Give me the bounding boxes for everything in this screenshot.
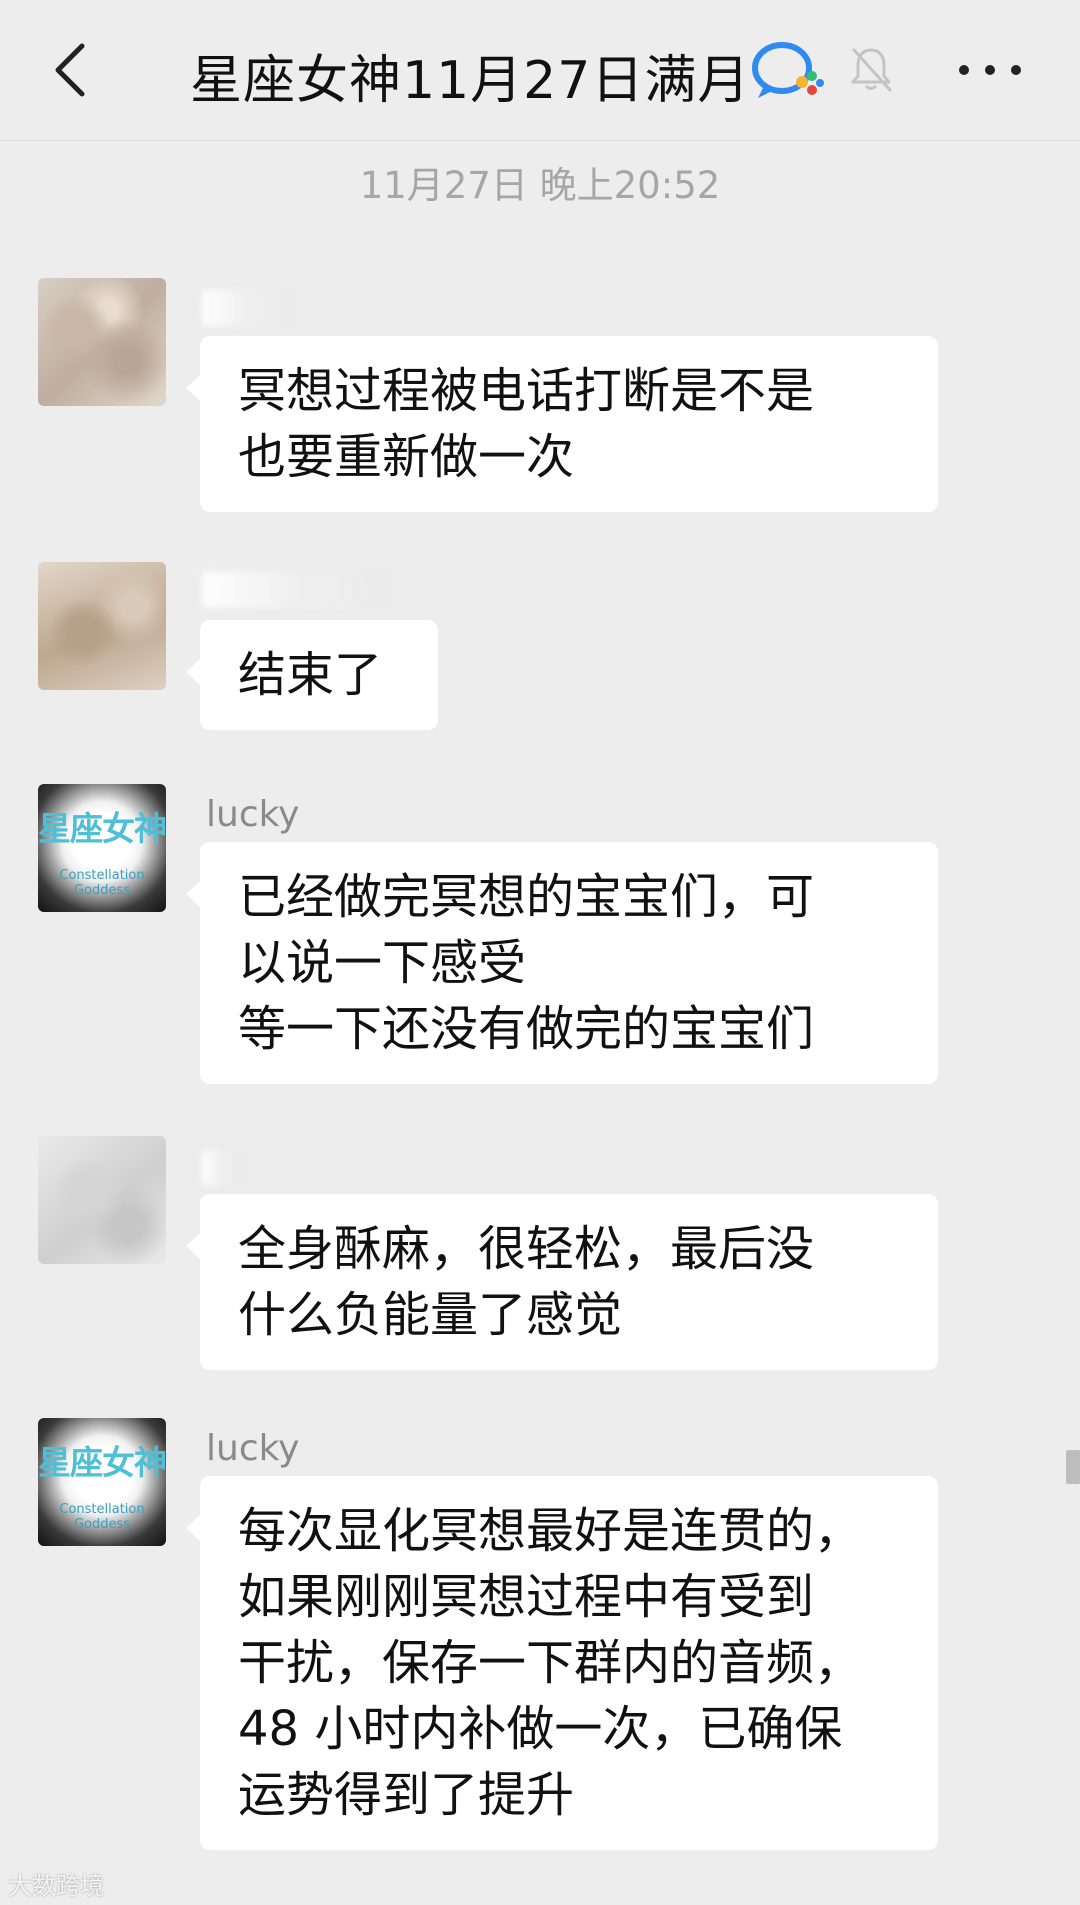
logo-subtitle: Goddess xyxy=(73,883,131,898)
message-bubble[interactable]: 每次显化冥想最好是连贯的， 如果刚刚冥想过程中有受到 干扰，保存一下群内的音频，… xyxy=(186,1476,938,1850)
sender-name-blurred xyxy=(202,1150,242,1186)
sender-name: lucky xyxy=(206,1428,300,1469)
logo-subtitle: Constellation xyxy=(59,868,145,883)
avatar[interactable]: 星座女神 Constellation Goddess xyxy=(38,784,166,912)
message-line: 等一下还没有做完的宝宝们 xyxy=(238,1001,815,1057)
back-button[interactable] xyxy=(40,30,100,110)
message-line: 48 小时内补做一次，已确保 xyxy=(238,1701,843,1757)
avatar[interactable]: 星座女神 Constellation Goddess xyxy=(38,1418,166,1546)
message-line: 以说一下感受 xyxy=(238,935,527,991)
message-line: 什么负能量了感觉 xyxy=(238,1287,623,1343)
message-line: 结束了 xyxy=(238,647,383,703)
message-bubble[interactable]: 冥想过程被电话打断是不是 也要重新做一次 xyxy=(186,336,938,512)
scrollbar-thumb[interactable] xyxy=(1066,1450,1080,1484)
more-button[interactable] xyxy=(950,40,1030,100)
logo-text: 星座女神 xyxy=(38,809,166,848)
wecom-icon xyxy=(752,42,824,98)
avatar[interactable] xyxy=(38,278,166,406)
message-bubble[interactable]: 全身酥麻，很轻松，最后没 什么负能量了感觉 xyxy=(186,1194,938,1370)
logo-subtitle: Goddess xyxy=(73,1517,131,1532)
logo-text: 星座女神 xyxy=(38,1443,166,1482)
chat-title: 星座女神11月27日满月 xyxy=(190,51,751,111)
chat-screen: 星座女神11月27日满月 11月27日 晚上20:52 冥想过程被电话打断是不是… xyxy=(0,0,1080,1905)
chat-header: 星座女神11月27日满月 xyxy=(0,0,1080,141)
message-bubble[interactable]: 已经做完冥想的宝宝们，可 以说一下感受 等一下还没有做完的宝宝们 xyxy=(186,842,938,1084)
message-line: 干扰，保存一下群内的音频， xyxy=(238,1635,863,1691)
brand-logo: 星座女神 Constellation Goddess xyxy=(38,1418,166,1546)
avatar[interactable] xyxy=(38,562,166,690)
message-line: 已经做完冥想的宝宝们，可 xyxy=(238,869,815,925)
avatar[interactable] xyxy=(38,1136,166,1264)
logo-subtitle: Constellation xyxy=(59,1502,145,1517)
message-line: 全身酥麻，很轻松，最后没 xyxy=(238,1221,815,1277)
message-bubble[interactable]: 结束了 xyxy=(186,620,438,730)
bell-muted-icon xyxy=(851,48,892,92)
sender-name: lucky xyxy=(206,794,300,835)
message-line: 如果刚刚冥想过程中有受到 xyxy=(238,1569,815,1625)
message-timestamp: 11月27日 晚上20:52 xyxy=(359,164,721,207)
sender-name-blurred xyxy=(202,572,392,608)
message-line: 冥想过程被电话打断是不是 xyxy=(238,363,815,419)
chevron-left-icon xyxy=(55,43,85,97)
message-line: 运势得到了提升 xyxy=(238,1767,575,1823)
message-line: 也要重新做一次 xyxy=(238,429,575,485)
brand-logo: 星座女神 Constellation Goddess xyxy=(38,784,166,912)
message-line: 每次显化冥想最好是连贯的， xyxy=(238,1503,863,1559)
sender-name-blurred xyxy=(202,290,292,326)
watermark: 大数跨境 xyxy=(8,1872,104,1900)
